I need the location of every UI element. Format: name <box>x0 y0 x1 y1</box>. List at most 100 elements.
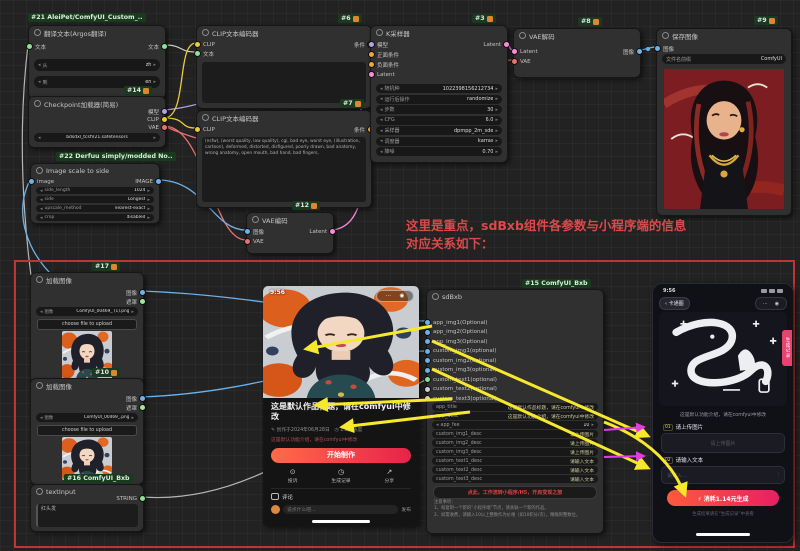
next-arrow-icon[interactable] <box>495 117 498 123</box>
widget-side-length[interactable]: side_length1024 <box>36 187 154 194</box>
node-vae-encode[interactable]: VAE编码 图像 VAE Latent <box>246 212 334 254</box>
prev-arrow-icon[interactable] <box>40 206 43 212</box>
prev-arrow-icon[interactable] <box>380 149 383 155</box>
next-arrow-icon[interactable] <box>147 206 150 212</box>
port-latent-out[interactable]: Latent <box>309 228 333 235</box>
prev-arrow-icon[interactable] <box>40 415 43 421</box>
port-custom-text3[interactable]: custom_text3(optional) <box>427 395 497 402</box>
prev-arrow-icon[interactable] <box>38 79 41 85</box>
miniprogram-capsule[interactable]: ⋯◉ <box>376 290 414 302</box>
widget-cfg[interactable]: CFG6.0 <box>376 116 502 125</box>
port-model-out[interactable]: 模型 <box>148 108 165 115</box>
widget-crop[interactable]: cropdisabled <box>36 214 154 221</box>
prev-arrow-icon[interactable] <box>380 86 383 92</box>
widget-steps[interactable]: 步数30 <box>376 105 502 114</box>
next-arrow-icon[interactable] <box>153 79 156 85</box>
port-dot[interactable] <box>155 178 162 185</box>
widget-custom-img3-desc[interactable]: custom_img3_desc请上传图片 <box>432 448 598 456</box>
widget-custom-img2-desc[interactable]: custom_img2_desc请上传图片 <box>432 439 598 447</box>
node-header[interactable]: CLIP文本编码器 <box>197 26 371 39</box>
port-conditioning-out[interactable]: 条件 <box>354 126 371 133</box>
next-arrow-icon[interactable] <box>591 422 594 428</box>
widget-sampler[interactable]: 采样器dpmpp_2m_sde <box>376 126 502 135</box>
node-vae-decode[interactable]: VAE解码 Latent VAE 图像 <box>513 28 641 78</box>
widget-seed[interactable]: 随机种1022398156212734 <box>376 84 502 93</box>
port-dot[interactable] <box>139 289 146 296</box>
widget-custom-img1-desc[interactable]: custom_img1_desc请上传图片 <box>432 430 598 438</box>
node-save-image[interactable]: 保存图像 图像 文件名前缀ComfyUI <box>656 28 792 216</box>
port-negative-in[interactable]: 负面条件 <box>371 61 399 68</box>
port-text-out[interactable]: 文本 <box>148 43 165 50</box>
node-load-image-1[interactable]: 加载图像 图像 遮罩 图像ComfyUI_00469_ (1).png choo… <box>30 272 144 384</box>
port-latent-in[interactable]: Latent <box>371 71 395 78</box>
comfyui-canvas[interactable]: 这里是重点，sdBxb组件各参数与小程序端的信息 对应关系如下： #21 Ale… <box>0 0 800 551</box>
port-dot[interactable] <box>28 178 35 185</box>
generated-image-preview[interactable] <box>664 69 784 209</box>
prev-arrow-icon[interactable] <box>436 422 439 428</box>
port-mask-out[interactable]: 遮罩 <box>126 298 143 305</box>
prev-arrow-icon[interactable] <box>380 138 383 144</box>
prev-arrow-icon[interactable] <box>40 188 43 194</box>
port-image-out[interactable]: 图像 <box>126 289 143 296</box>
port-image-out[interactable]: 图像 <box>623 48 640 55</box>
collapse-dot-icon[interactable] <box>202 29 209 36</box>
upload-button[interactable]: choose file to upload <box>37 319 137 330</box>
collapse-dot-icon[interactable] <box>252 216 259 223</box>
port-custom-img3[interactable]: custom_img3(optional) <box>427 367 496 374</box>
port-custom-text2[interactable]: custom_text2(optional) <box>427 386 497 393</box>
port-app-img1[interactable]: app_img1(Optional) <box>427 319 488 326</box>
next-arrow-icon[interactable] <box>131 415 134 421</box>
node-header[interactable]: sdBxb <box>427 290 603 303</box>
collapse-dot-icon[interactable] <box>202 114 209 121</box>
node-sdbxb[interactable]: sdBxb app_img1(Optional) app_img2(Option… <box>426 289 604 534</box>
widget-app-desc[interactable]: app_desc这是默认功能介绍，请在comfyui中修改 <box>432 412 598 420</box>
port-model-in[interactable]: 模型 <box>371 41 388 48</box>
history-action[interactable]: ◷生成记录 <box>331 468 350 484</box>
port-dot[interactable] <box>424 348 431 355</box>
port-dot[interactable] <box>368 71 375 78</box>
publish-button[interactable]: 点此，工作流转小程序/H5，开启变现之旅 <box>433 486 597 499</box>
prompt-textarea[interactable] <box>202 62 366 103</box>
port-vae-out[interactable]: VAE <box>148 124 165 131</box>
node-checkpoint-loader[interactable]: Checkpoint加载器(简易) 模型 CLIP VAE bdsdxl_tcs… <box>28 96 166 148</box>
start-create-button[interactable]: 开始制作 <box>271 448 411 463</box>
port-text-in[interactable]: 文本 <box>197 50 214 57</box>
history-tag[interactable]: 生成记录 <box>782 330 792 366</box>
port-mask-out[interactable]: 遮罩 <box>126 404 143 411</box>
collapse-dot-icon[interactable] <box>662 32 669 39</box>
node-clip-encode-positive[interactable]: CLIP文本编码器 CLIP 文本 条件 <box>196 25 372 109</box>
reroute-dot[interactable] <box>646 47 650 51</box>
port-dot[interactable] <box>424 357 431 364</box>
port-dot[interactable] <box>329 228 336 235</box>
node-header[interactable]: 加载图像 <box>31 273 143 286</box>
collapse-dot-icon[interactable] <box>432 293 439 300</box>
port-dot[interactable] <box>26 43 33 50</box>
widget-image-file[interactable]: 图像ComfyUI_00469_ (1).png <box>36 307 138 316</box>
port-dot[interactable] <box>424 367 431 374</box>
widget-side[interactable]: sideLongest <box>36 196 154 203</box>
collapse-dot-icon[interactable] <box>34 29 41 36</box>
port-dot[interactable] <box>424 338 431 345</box>
miniprogram-capsule[interactable]: ⋯◉ <box>755 297 787 310</box>
send-comment-button[interactable]: 发布 <box>401 506 411 513</box>
voice-input-icon[interactable]: ¦ <box>777 472 779 478</box>
upload-button[interactable]: choose file to upload <box>37 425 137 436</box>
collapse-dot-icon[interactable] <box>36 167 43 174</box>
prev-arrow-icon[interactable] <box>40 197 43 203</box>
port-dot[interactable] <box>139 404 146 411</box>
port-clip-in[interactable]: CLIP <box>197 126 215 133</box>
node-header[interactable]: 保存图像 <box>657 29 791 42</box>
port-dot[interactable] <box>368 51 375 58</box>
port-dot[interactable] <box>161 116 168 123</box>
port-dot[interactable] <box>511 58 518 65</box>
collapse-dot-icon[interactable] <box>36 276 43 283</box>
port-dot[interactable] <box>194 41 201 48</box>
port-dot[interactable] <box>139 298 146 305</box>
port-positive-in[interactable]: 正面条件 <box>371 51 399 58</box>
next-arrow-icon[interactable] <box>495 138 498 144</box>
pay-generate-button[interactable]: ⚡ 消耗1.14元生成 <box>667 490 779 506</box>
port-dot[interactable] <box>368 41 375 48</box>
prev-arrow-icon[interactable] <box>40 215 43 221</box>
port-dot[interactable] <box>424 319 431 326</box>
port-clip-out[interactable]: CLIP <box>147 116 165 123</box>
